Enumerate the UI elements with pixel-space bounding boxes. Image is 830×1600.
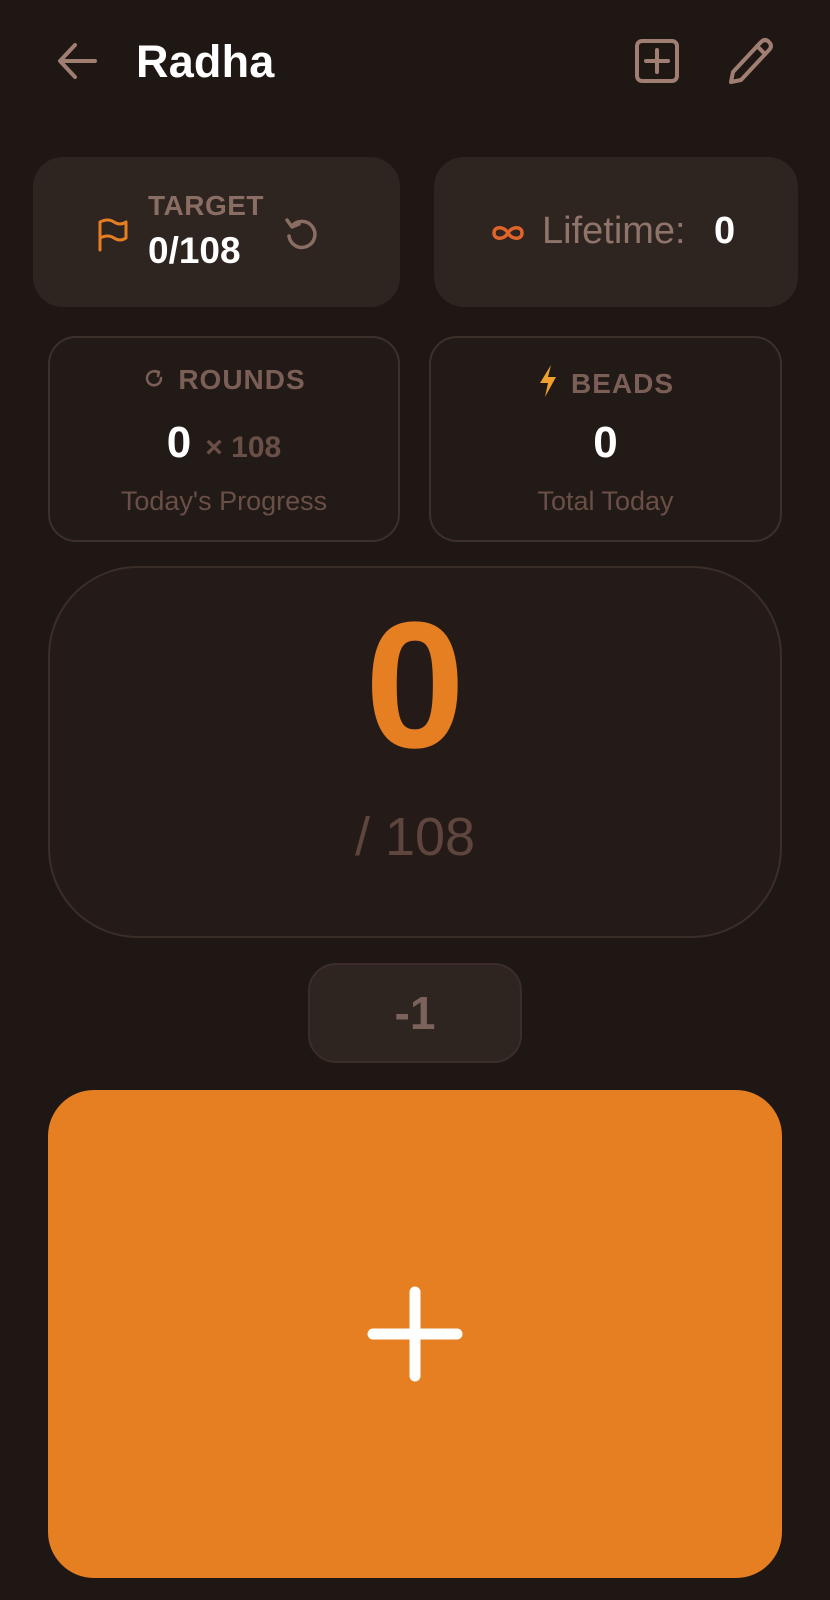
beads-label: BEADS: [570, 367, 674, 399]
add-counter-button[interactable]: [630, 34, 684, 88]
edit-button[interactable]: [720, 32, 780, 90]
rounds-multiplier: × 108: [205, 431, 282, 464]
rounds-label: ROUNDS: [178, 364, 306, 395]
infinity-icon: [490, 218, 526, 253]
pencil-icon: [729, 38, 773, 84]
refresh-icon: [142, 366, 166, 395]
arrow-left-icon: [58, 43, 97, 79]
decrement-label: -1: [394, 987, 436, 1039]
flag-icon: [96, 218, 130, 257]
plus-icon: [367, 1286, 463, 1382]
increment-button[interactable]: [48, 1090, 782, 1578]
main-counter: 0 / 108: [48, 566, 782, 938]
lightning-icon: [537, 364, 559, 403]
target-value: 0/108: [148, 230, 241, 271]
beads-card: BEADS 0 Total Today: [429, 336, 782, 542]
lifetime-value: 0: [714, 210, 736, 252]
plus-square-icon: [635, 39, 679, 83]
page-title: Radha: [136, 36, 275, 87]
decrement-button[interactable]: -1: [308, 963, 522, 1063]
lifetime-label: Lifetime:: [542, 210, 686, 252]
rounds-subtitle: Today's Progress: [120, 486, 328, 516]
reset-icon[interactable]: [284, 216, 320, 252]
counter-target: / 108: [354, 807, 476, 867]
counter-value: 0: [364, 585, 466, 786]
target-label: TARGET: [148, 190, 265, 221]
beads-value: 0: [593, 418, 618, 467]
rounds-card: ROUNDS 0 × 108 Today's Progress: [48, 336, 400, 542]
beads-subtitle: Total Today: [537, 486, 674, 516]
back-button[interactable]: [52, 34, 102, 88]
rounds-value: 0: [166, 418, 192, 467]
